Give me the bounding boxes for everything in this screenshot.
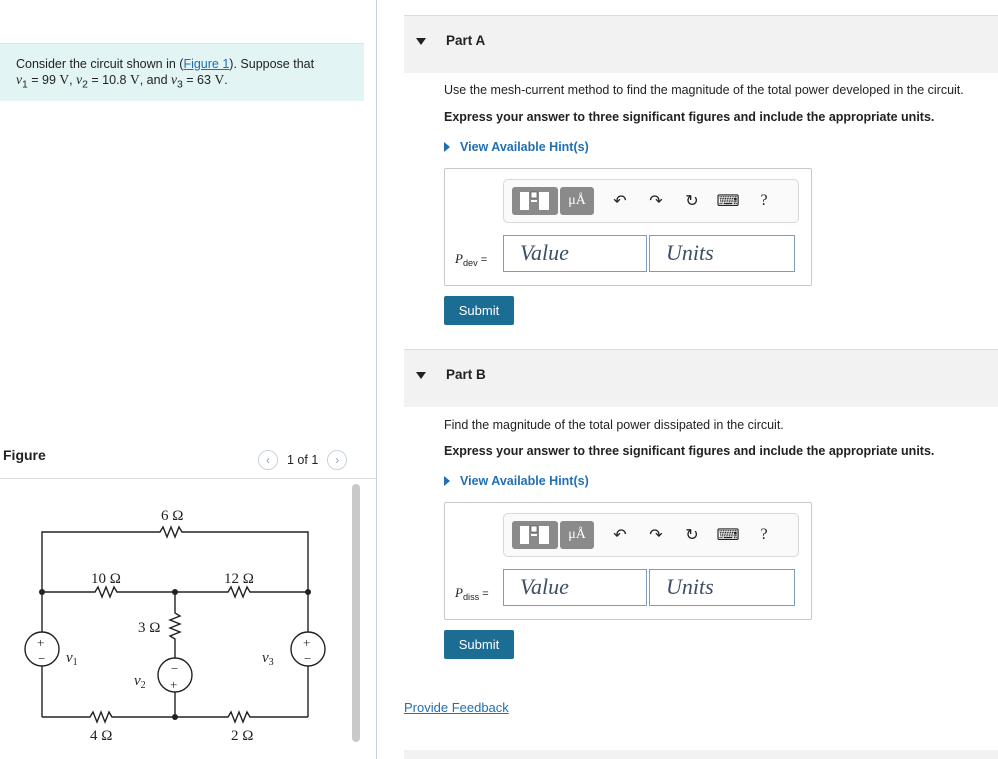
r12-label: 12 Ω: [224, 571, 254, 587]
next-figure-button[interactable]: ›: [327, 450, 348, 470]
redo-icon[interactable]: ↷: [646, 525, 666, 545]
provide-feedback-link[interactable]: Provide Feedback: [404, 700, 509, 715]
units-button[interactable]: μÅ: [560, 187, 594, 215]
value-input[interactable]: Value: [503, 235, 647, 272]
math-toolbar: μÅ ↶ ↷ ↻ ⌨ ?: [503, 179, 799, 223]
templates-icon: [520, 525, 549, 544]
node-left: [39, 589, 45, 595]
keyboard-icon[interactable]: ⌨: [716, 525, 739, 545]
problem-line-2: v1 = 99 V, v2 = 10.8 V, and v3 = 63 V.: [16, 72, 228, 91]
part-b-instruction: Express your answer to three significant…: [444, 444, 935, 458]
circuit-diagram: 6 Ω 10 Ω 12 Ω 3 Ω 4 Ω 2 Ω v1 v2 v3 + − +…: [24, 508, 326, 744]
figure-divider: [0, 478, 376, 479]
p-diss-label: Pdiss =: [455, 585, 489, 603]
figure-link[interactable]: Figure 1: [183, 57, 229, 71]
left-panel: Consider the circuit shown in (Figure 1)…: [0, 0, 376, 759]
part-b-submit-button[interactable]: Submit: [444, 630, 514, 659]
templates-button[interactable]: [512, 187, 558, 215]
node-center: [172, 589, 178, 595]
part-a-answer-box: μÅ ↶ ↷ ↻ ⌨ ? Pdev = Value Units: [444, 168, 812, 286]
v3-plus: +: [303, 635, 310, 650]
hint-triangle-icon: [444, 476, 450, 486]
problem-line-1: Consider the circuit shown in (Figure 1)…: [16, 57, 315, 71]
help-icon[interactable]: ?: [754, 525, 774, 545]
v1-label: v1: [66, 650, 78, 668]
collapse-caret-icon[interactable]: [416, 372, 426, 379]
problem-statement: Consider the circuit shown in (Figure 1)…: [0, 43, 364, 101]
node-right: [305, 589, 311, 595]
help-icon[interactable]: ?: [754, 191, 774, 211]
figure-scrollbar[interactable]: [352, 484, 360, 742]
part-a-submit-button[interactable]: Submit: [444, 296, 514, 325]
v2-minus: −: [171, 661, 178, 676]
part-a-instruction: Express your answer to three significant…: [444, 110, 935, 124]
node-bottom: [172, 714, 178, 720]
hint-triangle-icon: [444, 142, 450, 152]
part-b-header[interactable]: Part B: [404, 349, 998, 407]
units-button[interactable]: μÅ: [560, 521, 594, 549]
r2-label: 2 Ω: [231, 728, 253, 744]
undo-icon[interactable]: ↶: [610, 191, 630, 211]
value-input[interactable]: Value: [503, 569, 647, 606]
part-b-hint-link[interactable]: View Available Hint(s): [444, 474, 589, 488]
v3-label: v3: [262, 650, 274, 668]
undo-icon[interactable]: ↶: [610, 525, 630, 545]
top-wire: [41, 525, 309, 592]
part-b-question: Find the magnitude of the total power di…: [444, 418, 784, 432]
reset-icon[interactable]: ↻: [682, 525, 702, 545]
bottom-bar: [404, 750, 998, 759]
templates-icon: [520, 191, 549, 210]
reset-icon[interactable]: ↻: [682, 191, 702, 211]
collapse-caret-icon[interactable]: [416, 38, 426, 45]
templates-button[interactable]: [512, 521, 558, 549]
part-b-answer-box: μÅ ↶ ↷ ↻ ⌨ ? Pdiss = Value Units: [444, 502, 812, 620]
right-panel: Part A Use the mesh-current method to fi…: [378, 0, 998, 759]
figure-title: Figure: [3, 447, 46, 463]
prev-figure-button[interactable]: ‹: [258, 450, 278, 470]
part-a-question: Use the mesh-current method to find the …: [444, 83, 964, 97]
r10-label: 10 Ω: [91, 571, 121, 587]
v3-minus: −: [304, 651, 311, 666]
r6-label: 6 Ω: [161, 508, 183, 524]
units-input[interactable]: Units: [649, 569, 795, 606]
figure-count: 1 of 1: [287, 453, 319, 467]
figure-pager: ‹ 1 of 1 ›: [258, 450, 348, 470]
panel-divider: [376, 0, 377, 759]
units-input[interactable]: Units: [649, 235, 795, 272]
p-dev-label: Pdev =: [455, 251, 488, 269]
center-wire: [168, 592, 182, 717]
part-a-hint-link[interactable]: View Available Hint(s): [444, 140, 589, 154]
v1-minus: −: [38, 651, 45, 666]
redo-icon[interactable]: ↷: [646, 191, 666, 211]
v2-plus: +: [170, 677, 177, 692]
r3-label: 3 Ω: [138, 620, 160, 636]
v1-plus: +: [37, 635, 44, 650]
r4-label: 4 Ω: [90, 728, 112, 744]
v2-label: v2: [134, 673, 146, 691]
math-toolbar: μÅ ↶ ↷ ↻ ⌨ ?: [503, 513, 799, 557]
keyboard-icon[interactable]: ⌨: [716, 191, 739, 211]
part-a-header[interactable]: Part A: [404, 15, 998, 73]
